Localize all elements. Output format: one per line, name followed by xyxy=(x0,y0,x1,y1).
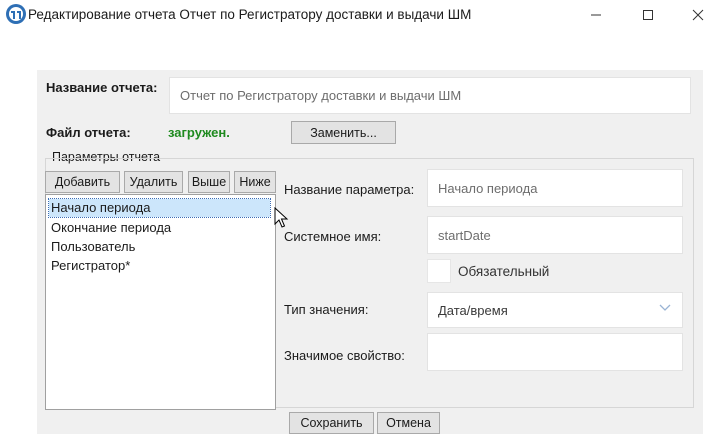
window-title: Редактирование отчета Отчет по Регистрат… xyxy=(28,7,472,22)
minimize-button[interactable] xyxy=(573,0,619,30)
add-param-button[interactable]: Добавить xyxy=(45,171,120,193)
move-down-button[interactable]: Ниже xyxy=(234,171,276,193)
list-item[interactable]: Пользователь xyxy=(49,238,135,256)
list-item[interactable]: Регистратор* xyxy=(49,257,130,275)
chevron-down-icon xyxy=(659,304,671,311)
maximize-icon xyxy=(643,10,653,20)
app-logo-icon xyxy=(6,4,26,24)
significant-property-input[interactable] xyxy=(427,333,683,371)
list-item[interactable]: Начало периода xyxy=(48,198,271,218)
report-name-label: Название отчета: xyxy=(46,80,158,95)
report-file-label: Файл отчета: xyxy=(46,125,131,140)
system-name-input[interactable]: startDate xyxy=(427,216,683,254)
param-name-label: Название параметра: xyxy=(284,182,415,197)
report-name-input[interactable]: Отчет по Регистратору доставки и выдачи … xyxy=(169,77,691,114)
replace-file-button[interactable]: Заменить... xyxy=(291,121,396,144)
file-status-text: загружен. xyxy=(168,125,230,140)
save-button[interactable]: Сохранить xyxy=(289,412,374,434)
value-type-selected: Дата/время xyxy=(438,302,508,318)
value-type-label: Тип значения: xyxy=(284,302,369,317)
param-name-input[interactable]: Начало периода xyxy=(427,169,683,207)
minimize-icon xyxy=(591,14,601,16)
maximize-button[interactable] xyxy=(625,0,671,30)
title-bar: Редактирование отчета Отчет по Регистрат… xyxy=(0,0,721,30)
value-type-select[interactable]: Дата/время xyxy=(427,292,683,328)
params-listbox[interactable]: Начало периода Окончание периода Пользов… xyxy=(45,194,276,410)
mouse-cursor-icon xyxy=(274,207,289,228)
report-form: Название отчета: Отчет по Регистратору д… xyxy=(37,70,703,434)
close-icon xyxy=(692,9,704,21)
required-label: Обязательный xyxy=(458,264,550,279)
significant-property-label: Значимое свойство: xyxy=(284,348,405,363)
delete-param-button[interactable]: Удалить xyxy=(124,171,183,193)
cancel-button[interactable]: Отмена xyxy=(377,412,440,434)
required-checkbox[interactable] xyxy=(427,259,451,283)
close-button[interactable] xyxy=(675,0,721,30)
move-up-button[interactable]: Выше xyxy=(188,171,230,193)
system-name-label: Системное имя: xyxy=(284,229,382,244)
list-item[interactable]: Окончание периода xyxy=(49,219,171,237)
